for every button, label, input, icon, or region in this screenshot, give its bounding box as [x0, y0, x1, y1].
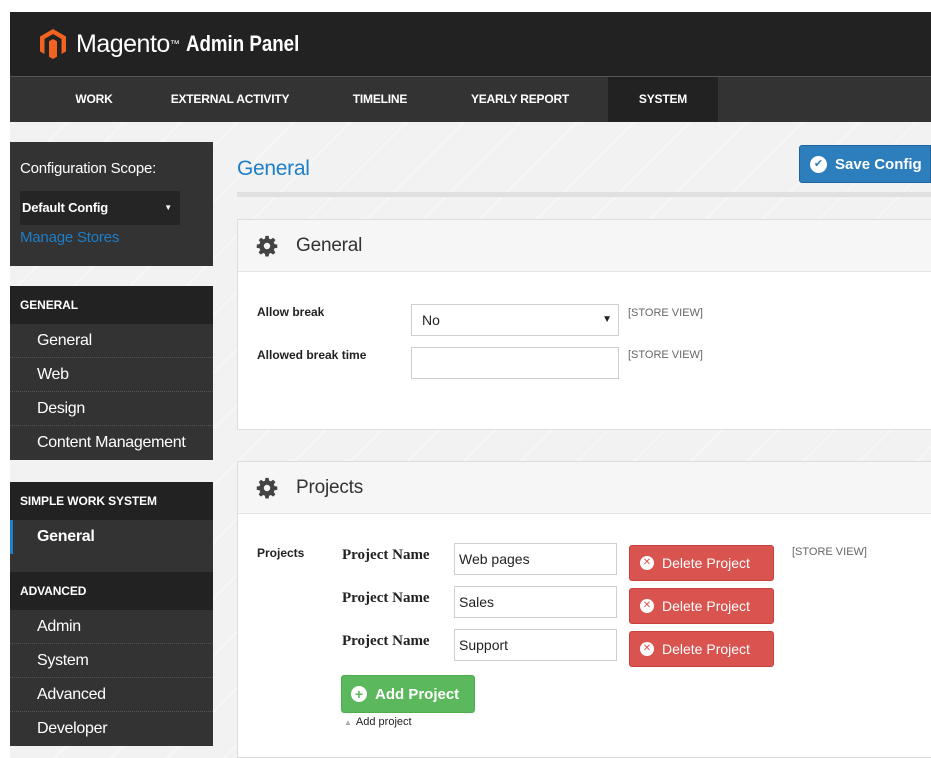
add-project-button[interactable]: + Add Project — [341, 675, 475, 713]
project-name-label: Project Name — [342, 590, 430, 606]
plus-circle-icon: + — [351, 686, 367, 702]
project-name-label: Project Name — [342, 547, 430, 563]
manage-stores-link[interactable]: Manage Stores — [20, 229, 203, 246]
delete-project-button[interactable]: ✕ Delete Project — [629, 631, 774, 667]
gear-icon — [256, 235, 278, 256]
sidebar-item-design[interactable]: Design — [10, 392, 213, 426]
header-bar: Magento ™ Admin Panel — [10, 12, 931, 76]
close-circle-icon: ✕ — [640, 642, 654, 656]
sidebar-item-advanced[interactable]: Advanced — [10, 678, 213, 712]
sidebar-item-content-management[interactable]: Content Management — [10, 426, 213, 460]
add-project-hint: ▲ Add project — [344, 716, 412, 728]
add-project-hint-text: Add project — [355, 716, 412, 728]
store-view-tag: [STORE VIEW] — [792, 546, 867, 558]
sidebar-item-web[interactable]: Web — [10, 358, 213, 392]
gear-icon — [256, 477, 278, 498]
caret-down-icon: ▼ — [164, 203, 172, 212]
nav-item-system[interactable]: SYSTEM — [608, 77, 718, 122]
magento-logo[interactable]: Magento ™ Admin Panel — [40, 29, 319, 59]
sidebar-item-general[interactable]: General — [10, 324, 213, 358]
sidebar-item-system[interactable]: System — [10, 644, 213, 678]
projects-field-label: Projects — [257, 546, 305, 560]
store-view-tag: [STORE VIEW] — [628, 349, 703, 361]
check-circle-icon: ✔ — [810, 155, 827, 173]
save-config-button[interactable]: ✔ Save Config — [799, 145, 931, 183]
config-scope-value: Default Config — [22, 200, 109, 215]
section-list-general: General Web Design Content Management — [10, 324, 213, 460]
projects-panel-title: Projects — [296, 476, 364, 498]
nav-item-yearly-report[interactable]: YEARLY REPORT — [460, 77, 580, 122]
delete-project-label: Delete Project — [662, 641, 750, 657]
sidebar: Configuration Scope: Default Config ▼ Ma… — [10, 142, 213, 746]
allow-break-label: Allow break — [257, 305, 325, 319]
section-heading-general: GENERAL — [10, 286, 213, 324]
sidebar-item-swg-general[interactable]: General — [10, 520, 213, 554]
allowed-break-time-label: Allowed break time — [257, 348, 367, 362]
caret-down-icon: ▼ — [602, 314, 612, 325]
add-project-label: Add Project — [375, 685, 460, 703]
store-view-tag: [STORE VIEW] — [628, 307, 703, 319]
projects-panel-header[interactable]: Projects — [238, 462, 931, 514]
project-name-input[interactable]: Web pages — [454, 543, 617, 575]
allow-break-select[interactable]: No ▼ — [411, 304, 619, 336]
section-list-advanced: Admin System Advanced Developer — [10, 610, 213, 746]
project-name-input[interactable]: Sales — [454, 586, 617, 618]
allowed-break-time-input[interactable] — [411, 347, 619, 379]
close-circle-icon: ✕ — [640, 556, 654, 570]
delete-project-label: Delete Project — [662, 598, 750, 614]
sidebar-item-developer[interactable]: Developer — [10, 712, 213, 746]
project-name-input[interactable]: Support — [454, 629, 617, 661]
close-circle-icon: ✕ — [640, 599, 654, 613]
nav-item-work[interactable]: WORK — [54, 77, 134, 122]
general-panel-header[interactable]: General — [238, 220, 931, 272]
triangle-up-icon: ▲ — [344, 718, 352, 727]
save-config-label: Save Config — [835, 155, 922, 173]
nav-item-external-activity[interactable]: EXTERNAL ACTIVITY — [160, 77, 300, 122]
section-heading-simple-work-system: SIMPLE WORK SYSTEM — [10, 482, 213, 520]
config-scope-select[interactable]: Default Config ▼ — [20, 191, 180, 225]
sidebar-item-admin[interactable]: Admin — [10, 610, 213, 644]
delete-project-label: Delete Project — [662, 555, 750, 571]
delete-project-button[interactable]: ✕ Delete Project — [629, 545, 774, 581]
logo-text: Magento — [76, 29, 170, 58]
section-list-simple-work-system: General — [10, 520, 213, 572]
sidebar-spacer — [10, 460, 213, 482]
nav-item-timeline[interactable]: TIMELINE — [335, 77, 425, 122]
magento-logo-icon — [40, 29, 66, 59]
logo-trademark: ™ — [169, 38, 180, 50]
delete-project-button[interactable]: ✕ Delete Project — [629, 588, 774, 624]
title-divider — [237, 192, 931, 197]
section-heading-advanced: ADVANCED — [10, 572, 213, 610]
allow-break-value: No — [422, 312, 440, 328]
config-scope-box: Configuration Scope: Default Config ▼ Ma… — [10, 142, 213, 266]
page-title: General — [237, 157, 310, 180]
logo-subtitle: Admin Panel — [185, 31, 300, 56]
main-nav: WORK EXTERNAL ACTIVITY TIMELINE YEARLY R… — [10, 76, 931, 122]
config-scope-label: Configuration Scope: — [20, 160, 157, 177]
project-name-label: Project Name — [342, 633, 430, 649]
general-panel-title: General — [296, 234, 363, 256]
